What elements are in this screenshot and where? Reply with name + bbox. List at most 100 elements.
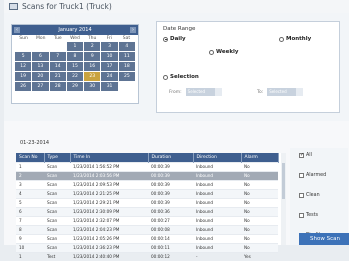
calendar-day[interactable]: 15 bbox=[67, 62, 83, 71]
table-cell: Scan bbox=[44, 190, 70, 199]
table-cell: No bbox=[241, 208, 278, 217]
calendar-day[interactable]: 21 bbox=[50, 72, 66, 81]
radio-dot-monthly[interactable] bbox=[279, 37, 284, 42]
calendar-day[interactable]: 16 bbox=[84, 62, 100, 71]
calendar-day[interactable]: 2 bbox=[84, 42, 100, 51]
table-row[interactable]: 3Scan1/23/2014 2:09:53 PM00:00:39Inbound… bbox=[16, 181, 278, 190]
table-row[interactable]: 5Scan1/23/2014 2:29:21 PM00:00:39Inbound… bbox=[16, 199, 278, 208]
table-cell: 1/23/2014 2:21:25 PM bbox=[70, 190, 148, 199]
calendar-day[interactable]: 8 bbox=[67, 52, 83, 61]
calendar-day[interactable]: 31 bbox=[101, 82, 117, 91]
table-row[interactable]: 4Scan1/23/2014 2:21:25 PM00:00:39Inbound… bbox=[16, 190, 278, 199]
checkbox-all[interactable] bbox=[299, 153, 304, 158]
calendar-day[interactable]: 26 bbox=[15, 82, 31, 91]
calendar-day[interactable]: 20 bbox=[32, 72, 48, 81]
calendar-header: ‹ January 2014 › bbox=[12, 25, 138, 35]
calendar-day[interactable]: 11 bbox=[119, 52, 135, 61]
calendar: ‹ January 2014 › SunMonTueWedThuFriSat 1… bbox=[11, 24, 139, 104]
table-row[interactable]: 8Scan1/23/2014 2:04:23 PM00:00:08Inbound… bbox=[16, 226, 278, 235]
column-header[interactable]: Scan No bbox=[16, 153, 44, 163]
calendar-day[interactable]: 27 bbox=[32, 82, 48, 91]
radio-weekly-label: Weekly bbox=[216, 49, 238, 55]
scrollbar-thumb[interactable] bbox=[282, 163, 285, 199]
table-cell: 1/23/2014 2:32:07 PM bbox=[70, 217, 148, 226]
calendar-day[interactable]: 1 bbox=[67, 42, 83, 51]
calendar-day[interactable]: 13 bbox=[32, 62, 48, 71]
column-header[interactable]: Direction bbox=[193, 153, 241, 163]
table-cell: 00:00:39 bbox=[148, 163, 193, 172]
checkbox-clean[interactable] bbox=[299, 193, 304, 198]
calendar-day[interactable]: 6 bbox=[32, 52, 48, 61]
table-row[interactable]: 1Test1/23/2014 2:40:40 PM00:00:12-Yes bbox=[16, 253, 278, 261]
checkbox-tests[interactable] bbox=[299, 213, 304, 218]
radio-weekly[interactable]: Weekly bbox=[209, 49, 238, 55]
table-cell: Scan bbox=[44, 217, 70, 226]
prev-month-button[interactable]: ‹ bbox=[14, 27, 20, 33]
calendar-day[interactable]: 7 bbox=[50, 52, 66, 61]
weekday-label: Thu bbox=[84, 36, 101, 41]
calendar-day[interactable]: 9 bbox=[84, 52, 100, 61]
column-header[interactable]: Type bbox=[44, 153, 70, 163]
calendar-empty-cell bbox=[119, 82, 135, 91]
filter-alarmed[interactable]: Alarmed bbox=[299, 173, 326, 178]
calendar-day[interactable]: 17 bbox=[101, 62, 117, 71]
table-cell: 00:00:27 bbox=[148, 217, 193, 226]
from-date-input[interactable]: Selected bbox=[186, 88, 222, 96]
calendar-day[interactable]: 25 bbox=[119, 72, 135, 81]
column-header[interactable]: Alarm bbox=[241, 153, 278, 163]
table-row[interactable]: 1Scan1/23/2014 1:56:52 PM00:00:39Inbound… bbox=[16, 163, 278, 172]
table-cell: 5 bbox=[16, 199, 44, 208]
table-cell: Scan bbox=[44, 226, 70, 235]
calendar-day[interactable]: 28 bbox=[50, 82, 66, 91]
column-header[interactable]: Duration bbox=[148, 153, 193, 163]
to-date-input[interactable]: Selected bbox=[267, 88, 303, 96]
checkbox-alarmed[interactable] bbox=[299, 173, 304, 178]
scans-grid: Scan NoTypeTime InDurationDirectionAlarm… bbox=[16, 153, 286, 245]
table-cell: 00:00:08 bbox=[148, 226, 193, 235]
radio-daily[interactable]: Daily bbox=[163, 36, 186, 42]
calendar-day[interactable]: 5 bbox=[15, 52, 31, 61]
calendar-day[interactable]: 30 bbox=[84, 82, 100, 91]
calendar-day[interactable]: 19 bbox=[15, 72, 31, 81]
calendar-day[interactable]: 14 bbox=[50, 62, 66, 71]
table-row[interactable]: 7Scan1/23/2014 2:32:07 PM00:00:27Inbound… bbox=[16, 217, 278, 226]
weekday-label: Mon bbox=[32, 36, 49, 41]
table-cell: Scan bbox=[44, 163, 70, 172]
table-cell: 1/23/2014 2:05:26 PM bbox=[70, 235, 148, 244]
calendar-day[interactable]: 22 bbox=[67, 72, 83, 81]
table-cell: Test bbox=[44, 253, 70, 261]
vertical-scrollbar[interactable] bbox=[281, 153, 286, 245]
calendar-day[interactable]: 3 bbox=[101, 42, 117, 51]
radio-dot-weekly[interactable] bbox=[209, 50, 214, 55]
table-row[interactable]: 6Scan1/23/2014 2:30:09 PM00:00:36Inbound… bbox=[16, 208, 278, 217]
radio-dot-daily[interactable] bbox=[163, 37, 168, 42]
table-cell: 00:00:39 bbox=[148, 181, 193, 190]
table-row[interactable]: 2Scan1/23/2014 2:03:56 PM00:00:39Inbound… bbox=[16, 172, 278, 181]
radio-monthly[interactable]: Monthly bbox=[279, 36, 311, 42]
calendar-day[interactable]: 12 bbox=[15, 62, 31, 71]
to-label: To: bbox=[257, 90, 263, 95]
filter-tests-label: Tests bbox=[306, 213, 318, 218]
filter-all[interactable]: All bbox=[299, 153, 312, 158]
radio-dot-selection[interactable] bbox=[163, 75, 168, 80]
calendar-day[interactable]: 24 bbox=[101, 72, 117, 81]
table-cell: 00:00:39 bbox=[148, 190, 193, 199]
next-month-button[interactable]: › bbox=[130, 27, 136, 33]
table-row[interactable]: 9Scan1/23/2014 2:05:26 PM00:00:14Inbound… bbox=[16, 235, 278, 244]
radio-daily-label: Daily bbox=[170, 36, 186, 42]
radio-monthly-label: Monthly bbox=[286, 36, 311, 42]
filter-clean[interactable]: Clean bbox=[299, 193, 320, 198]
filter-tests[interactable]: Tests bbox=[299, 213, 318, 218]
show-scan-button[interactable]: Show Scan bbox=[299, 233, 349, 245]
scans-window: Scans for Truck1 (Truck) ‹ January 2014 … bbox=[4, 0, 349, 245]
calendar-day[interactable]: 10 bbox=[101, 52, 117, 61]
radio-selection[interactable]: Selection bbox=[163, 74, 199, 80]
table-cell: 6 bbox=[16, 208, 44, 217]
calendar-day[interactable]: 23 bbox=[84, 72, 100, 81]
table-cell: 1/23/2014 2:04:23 PM bbox=[70, 226, 148, 235]
column-header[interactable]: Time In bbox=[70, 153, 148, 163]
table-cell: Inbound bbox=[193, 181, 241, 190]
calendar-day[interactable]: 18 bbox=[119, 62, 135, 71]
calendar-day[interactable]: 4 bbox=[119, 42, 135, 51]
calendar-day[interactable]: 29 bbox=[67, 82, 83, 91]
